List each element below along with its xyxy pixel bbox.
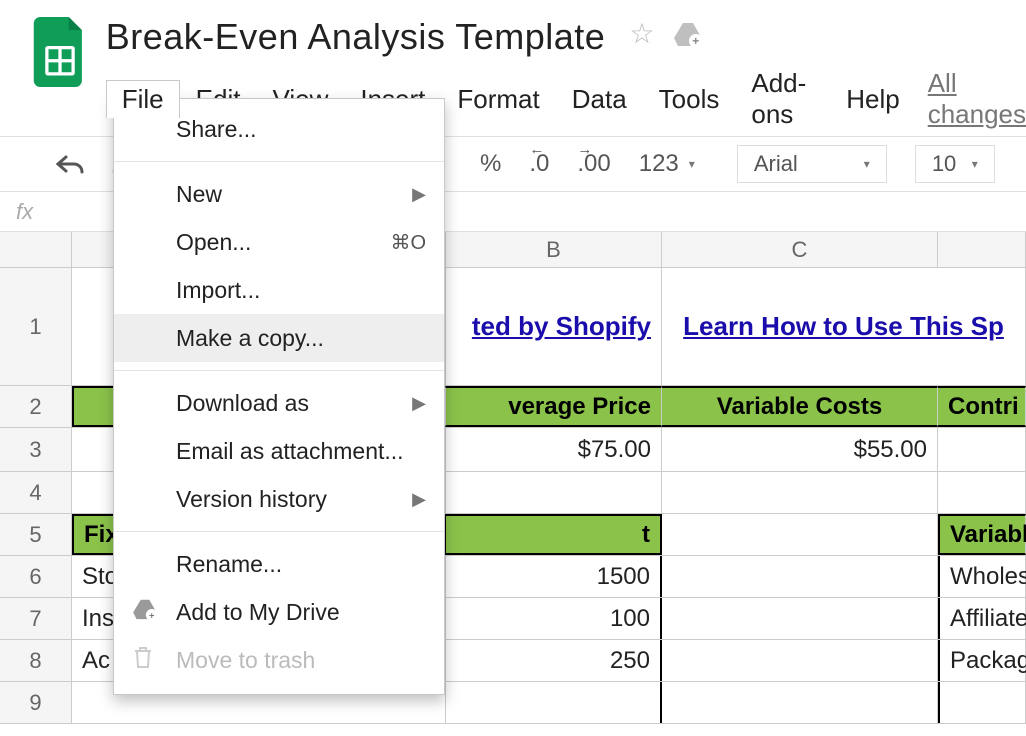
submenu-arrow-icon: ▶ — [412, 393, 426, 414]
menu-tools[interactable]: Tools — [643, 80, 736, 119]
svg-text:+: + — [692, 34, 700, 47]
cell[interactable]: Affiliate — [938, 598, 1026, 639]
submenu-arrow-icon: ▶ — [412, 184, 426, 205]
cell-link-howto[interactable]: Learn How to Use This Sp — [662, 268, 1026, 385]
header-variable[interactable]: Variable — [938, 514, 1026, 555]
star-icon[interactable]: ☆ — [629, 17, 655, 50]
row-header-9[interactable]: 9 — [0, 682, 72, 723]
row-header-6[interactable]: 6 — [0, 556, 72, 597]
header-contribution[interactable]: Contri — [938, 386, 1026, 427]
row-header-7[interactable]: 7 — [0, 598, 72, 639]
cell[interactable] — [662, 598, 938, 639]
menu-item-add-to-drive[interactable]: + Add to My Drive — [114, 588, 444, 636]
cell[interactable]: 250 — [446, 640, 662, 681]
cell[interactable] — [938, 428, 1026, 471]
menu-file[interactable]: File — [106, 80, 180, 118]
add-to-drive-icon[interactable]: + — [673, 14, 703, 56]
trash-icon — [132, 645, 154, 675]
menu-item-open[interactable]: Open...⌘O — [114, 218, 444, 266]
row-header-3[interactable]: 3 — [0, 428, 72, 471]
font-size-select[interactable]: 10▾ — [915, 145, 995, 183]
file-menu-dropdown: Share... New▶ Open...⌘O Import... Make a… — [113, 98, 445, 695]
column-header-b[interactable]: B — [446, 232, 662, 267]
menu-item-email-attachment[interactable]: Email as attachment... — [114, 427, 444, 475]
menu-item-version-history[interactable]: Version history▶ — [114, 475, 444, 523]
menu-separator — [114, 161, 444, 162]
column-header-c[interactable]: C — [662, 232, 938, 267]
cell[interactable] — [446, 682, 662, 723]
cell[interactable]: 100 — [446, 598, 662, 639]
column-header-d[interactable] — [938, 232, 1026, 267]
app-header: Break-Even Analysis Template ☆ + File Ed… — [0, 0, 1026, 134]
document-title[interactable]: Break-Even Analysis Template — [106, 16, 606, 58]
row-header-2[interactable]: 2 — [0, 386, 72, 427]
header-avg-price[interactable]: verage Price — [446, 386, 662, 427]
format-123-button[interactable]: 123▾ — [625, 137, 709, 191]
row-header-1[interactable]: 1 — [0, 268, 72, 385]
increase-decimal-button[interactable]: .00→ — [563, 137, 624, 191]
menu-item-move-to-trash: Move to trash — [114, 636, 444, 684]
sheets-logo[interactable] — [32, 16, 88, 88]
cell[interactable] — [662, 682, 938, 723]
menu-item-new[interactable]: New▶ — [114, 170, 444, 218]
cell[interactable]: Wholesa — [938, 556, 1026, 597]
document-title-row: Break-Even Analysis Template ☆ + — [106, 16, 1026, 58]
cell[interactable]: Packagi — [938, 640, 1026, 681]
menu-item-make-copy[interactable]: Make a copy... — [114, 314, 444, 362]
menu-addons[interactable]: Add-ons — [735, 64, 830, 134]
cell-varcost[interactable]: $55.00 — [662, 428, 938, 471]
font-family-select[interactable]: Arial▾ — [737, 145, 887, 183]
format-percent-button[interactable]: % — [466, 137, 515, 191]
row-header-8[interactable]: 8 — [0, 640, 72, 681]
menu-separator — [114, 370, 444, 371]
menu-item-rename[interactable]: Rename... — [114, 540, 444, 588]
undo-button[interactable] — [40, 137, 98, 191]
menu-item-import[interactable]: Import... — [114, 266, 444, 314]
cell[interactable] — [938, 472, 1026, 513]
cell[interactable] — [662, 514, 938, 555]
drive-add-icon: + — [132, 598, 158, 626]
fx-label: fx — [16, 199, 33, 225]
decrease-decimal-button[interactable]: .0← — [515, 137, 563, 191]
cell-price[interactable]: $75.00 — [446, 428, 662, 471]
menu-data[interactable]: Data — [556, 80, 643, 119]
cell[interactable] — [662, 556, 938, 597]
menu-separator — [114, 531, 444, 532]
save-status[interactable]: All changes — [928, 68, 1026, 130]
row-header-4[interactable]: 4 — [0, 472, 72, 513]
cell[interactable]: 1500 — [446, 556, 662, 597]
menu-help[interactable]: Help — [830, 80, 915, 119]
svg-text:+: + — [149, 610, 155, 620]
keyboard-shortcut: ⌘O — [390, 230, 426, 255]
cell[interactable] — [446, 472, 662, 513]
cell[interactable] — [662, 640, 938, 681]
submenu-arrow-icon: ▶ — [412, 489, 426, 510]
row-header-5[interactable]: 5 — [0, 514, 72, 555]
menu-format[interactable]: Format — [441, 80, 555, 119]
menu-item-download-as[interactable]: Download as▶ — [114, 379, 444, 427]
header-cost[interactable]: t — [446, 514, 662, 555]
cell[interactable] — [662, 472, 938, 513]
select-all-corner[interactable] — [0, 232, 72, 267]
cell[interactable] — [938, 682, 1026, 723]
header-variable-costs[interactable]: Variable Costs — [662, 386, 938, 427]
cell-link-shopify[interactable]: ted by Shopify — [446, 268, 662, 385]
